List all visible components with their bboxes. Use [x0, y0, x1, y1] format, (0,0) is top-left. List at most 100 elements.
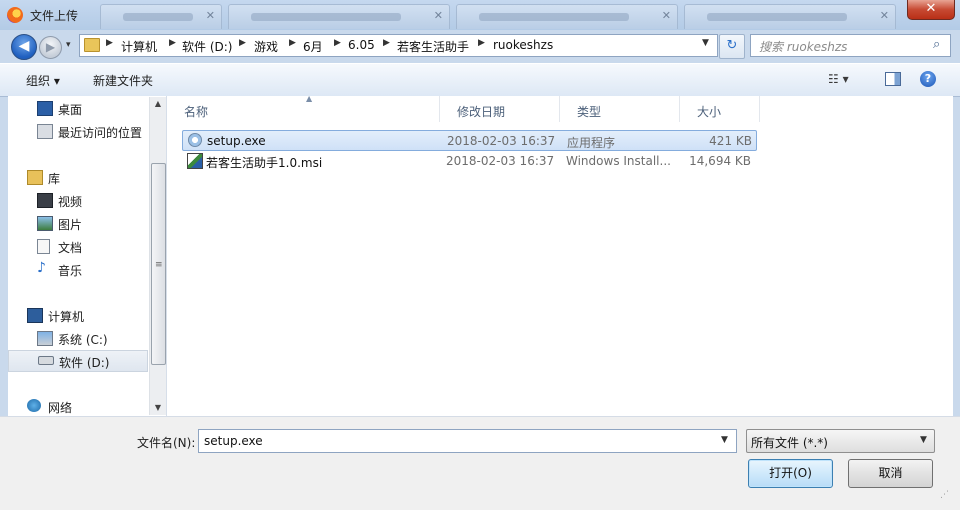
- sidebar-scrollbar[interactable]: ▲ ≡ ▼: [149, 97, 166, 415]
- file-modified: 2018-02-03 16:37: [447, 134, 556, 148]
- breadcrumb-separator-icon[interactable]: ▶: [106, 38, 113, 48]
- organize-button[interactable]: 组织 ▾: [26, 72, 60, 89]
- window-title: 文件上传: [30, 9, 79, 23]
- sidebar-item-label: 计算机: [48, 310, 85, 324]
- tab-close-icon[interactable]: ✕: [880, 9, 889, 22]
- sidebar-item-label: 视频: [58, 195, 83, 209]
- scroll-grip-icon: ≡: [155, 260, 163, 270]
- search-icon[interactable]: ⌕: [933, 37, 940, 52]
- sidebar-item-libraries[interactable]: 库: [8, 167, 148, 187]
- file-type-filter-select[interactable]: 所有文件 (*.*) ▼: [746, 429, 935, 453]
- refresh-button[interactable]: ↻: [719, 34, 745, 59]
- breadcrumb-item[interactable]: 6月: [303, 38, 323, 55]
- sidebar-item-software-drive[interactable]: 软件 (D:): [8, 350, 148, 372]
- navigation-pane: 桌面 最近访问的位置 库 视频 图片 文档 ♪ 音乐 计算机 系统 (C:) 软…: [8, 96, 167, 416]
- sidebar-item-system-drive[interactable]: 系统 (C:): [8, 328, 148, 348]
- filename-dropdown-icon[interactable]: ▼: [721, 435, 728, 445]
- column-header-modified[interactable]: 修改日期: [440, 96, 560, 122]
- firefox-icon: [7, 7, 23, 23]
- filename-label: 文件名(N):: [137, 436, 196, 450]
- breadcrumb-item[interactable]: ruokeshzs: [493, 38, 553, 52]
- sidebar-item-pictures[interactable]: 图片: [8, 213, 148, 233]
- drive-icon: [38, 356, 54, 365]
- network-icon: [27, 399, 41, 412]
- address-dropdown-icon[interactable]: ▼: [702, 38, 709, 48]
- sidebar-item-label: 网络: [48, 401, 73, 415]
- file-name: setup.exe: [207, 134, 266, 148]
- sidebar-item-label: 软件 (D:): [59, 356, 110, 370]
- background-tab[interactable]: ✕: [684, 4, 896, 29]
- sidebar-item-music[interactable]: ♪ 音乐: [8, 259, 148, 279]
- open-button[interactable]: 打开(O): [748, 459, 833, 488]
- application-icon: [188, 133, 202, 147]
- file-size: 14,694 KB: [689, 154, 751, 168]
- scroll-thumb[interactable]: ≡: [151, 163, 166, 365]
- column-header-label: 类型: [577, 105, 602, 119]
- breadcrumb-separator-icon[interactable]: ▶: [383, 38, 390, 48]
- sidebar-item-videos[interactable]: 视频: [8, 190, 148, 210]
- folder-icon: [84, 38, 100, 52]
- sidebar-item-label: 库: [48, 172, 61, 186]
- new-folder-button[interactable]: 新建文件夹: [93, 72, 153, 89]
- column-header-label: 大小: [697, 105, 722, 119]
- history-dropdown-icon[interactable]: ▾: [66, 40, 71, 50]
- file-name: 若客生活助手1.0.msi: [206, 156, 323, 170]
- file-size: 421 KB: [709, 134, 752, 148]
- pictures-icon: [37, 216, 53, 231]
- back-button[interactable]: ◀: [11, 34, 37, 60]
- sidebar-item-recent-places[interactable]: 最近访问的位置: [8, 121, 148, 141]
- search-placeholder: 搜索 ruokeshzs: [759, 40, 848, 54]
- column-header-name[interactable]: 名称: [167, 96, 440, 122]
- filename-value: setup.exe: [204, 434, 263, 448]
- breadcrumb-separator-icon[interactable]: ▶: [478, 38, 485, 48]
- resize-grip-icon[interactable]: ⋰: [940, 490, 949, 500]
- scroll-up-arrow-icon[interactable]: ▲: [150, 99, 166, 108]
- address-bar[interactable]: ▶ 计算机 ▶ 软件 (D:) ▶ 游戏 ▶ 6月 ▶ 6.05 ▶ 若客生活助…: [79, 34, 718, 57]
- help-button[interactable]: ?: [920, 71, 936, 87]
- breadcrumb-item[interactable]: 6.05: [348, 38, 375, 52]
- breadcrumb-separator-icon[interactable]: ▶: [169, 38, 176, 48]
- file-type: 应用程序: [567, 136, 616, 150]
- sidebar-item-desktop[interactable]: 桌面: [8, 98, 148, 118]
- preview-pane-icon[interactable]: [885, 72, 901, 86]
- system-drive-icon: [37, 331, 53, 346]
- background-tab[interactable]: ✕: [456, 4, 678, 29]
- scroll-down-arrow-icon[interactable]: ▼: [150, 403, 166, 412]
- search-input[interactable]: 搜索 ruokeshzs ⌕: [750, 34, 951, 57]
- breadcrumb-separator-icon[interactable]: ▶: [334, 38, 341, 48]
- column-header-size[interactable]: 大小: [680, 96, 760, 122]
- breadcrumb-item[interactable]: 软件 (D:): [182, 38, 232, 55]
- sidebar-item-label: 桌面: [58, 103, 83, 117]
- view-options-button[interactable]: ☷ ▾: [828, 72, 849, 86]
- breadcrumb-separator-icon[interactable]: ▶: [289, 38, 296, 48]
- background-tab[interactable]: ✕: [228, 4, 450, 29]
- breadcrumb-item[interactable]: 计算机: [121, 38, 157, 55]
- tab-close-icon[interactable]: ✕: [206, 9, 215, 22]
- column-header-label: 名称: [184, 105, 209, 119]
- computer-icon: [27, 308, 43, 323]
- music-icon: ♪: [37, 260, 46, 276]
- cancel-button[interactable]: 取消: [848, 459, 933, 488]
- window-close-button[interactable]: ✕: [907, 0, 955, 20]
- sidebar-item-documents[interactable]: 文档: [8, 236, 148, 256]
- breadcrumb-item[interactable]: 若客生活助手: [397, 38, 469, 55]
- filter-dropdown-icon[interactable]: ▼: [920, 435, 927, 445]
- sidebar-item-label: 图片: [58, 218, 83, 232]
- breadcrumb-separator-icon[interactable]: ▶: [239, 38, 246, 48]
- file-row-msi[interactable]: 若客生活助手1.0.msi 2018-02-03 16:37 Windows I…: [182, 151, 755, 170]
- background-tab[interactable]: ✕: [100, 4, 222, 29]
- recent-places-icon: [37, 124, 53, 139]
- sidebar-item-label: 音乐: [58, 264, 83, 278]
- breadcrumb-item[interactable]: 游戏: [254, 38, 278, 55]
- sidebar-item-computer[interactable]: 计算机: [8, 305, 148, 325]
- sidebar-item-network[interactable]: 网络: [8, 396, 148, 416]
- tab-close-icon[interactable]: ✕: [662, 9, 671, 22]
- filter-value: 所有文件 (*.*): [751, 436, 828, 450]
- video-icon: [37, 193, 53, 208]
- tab-close-icon[interactable]: ✕: [434, 9, 443, 22]
- forward-button[interactable]: ▶: [39, 36, 62, 59]
- sidebar-item-label: 系统 (C:): [58, 333, 108, 347]
- filename-input[interactable]: setup.exe ▼: [198, 429, 737, 453]
- column-header-type[interactable]: 类型: [560, 96, 680, 122]
- file-row-setup[interactable]: setup.exe 2018-02-03 16:37 应用程序 421 KB: [182, 130, 757, 151]
